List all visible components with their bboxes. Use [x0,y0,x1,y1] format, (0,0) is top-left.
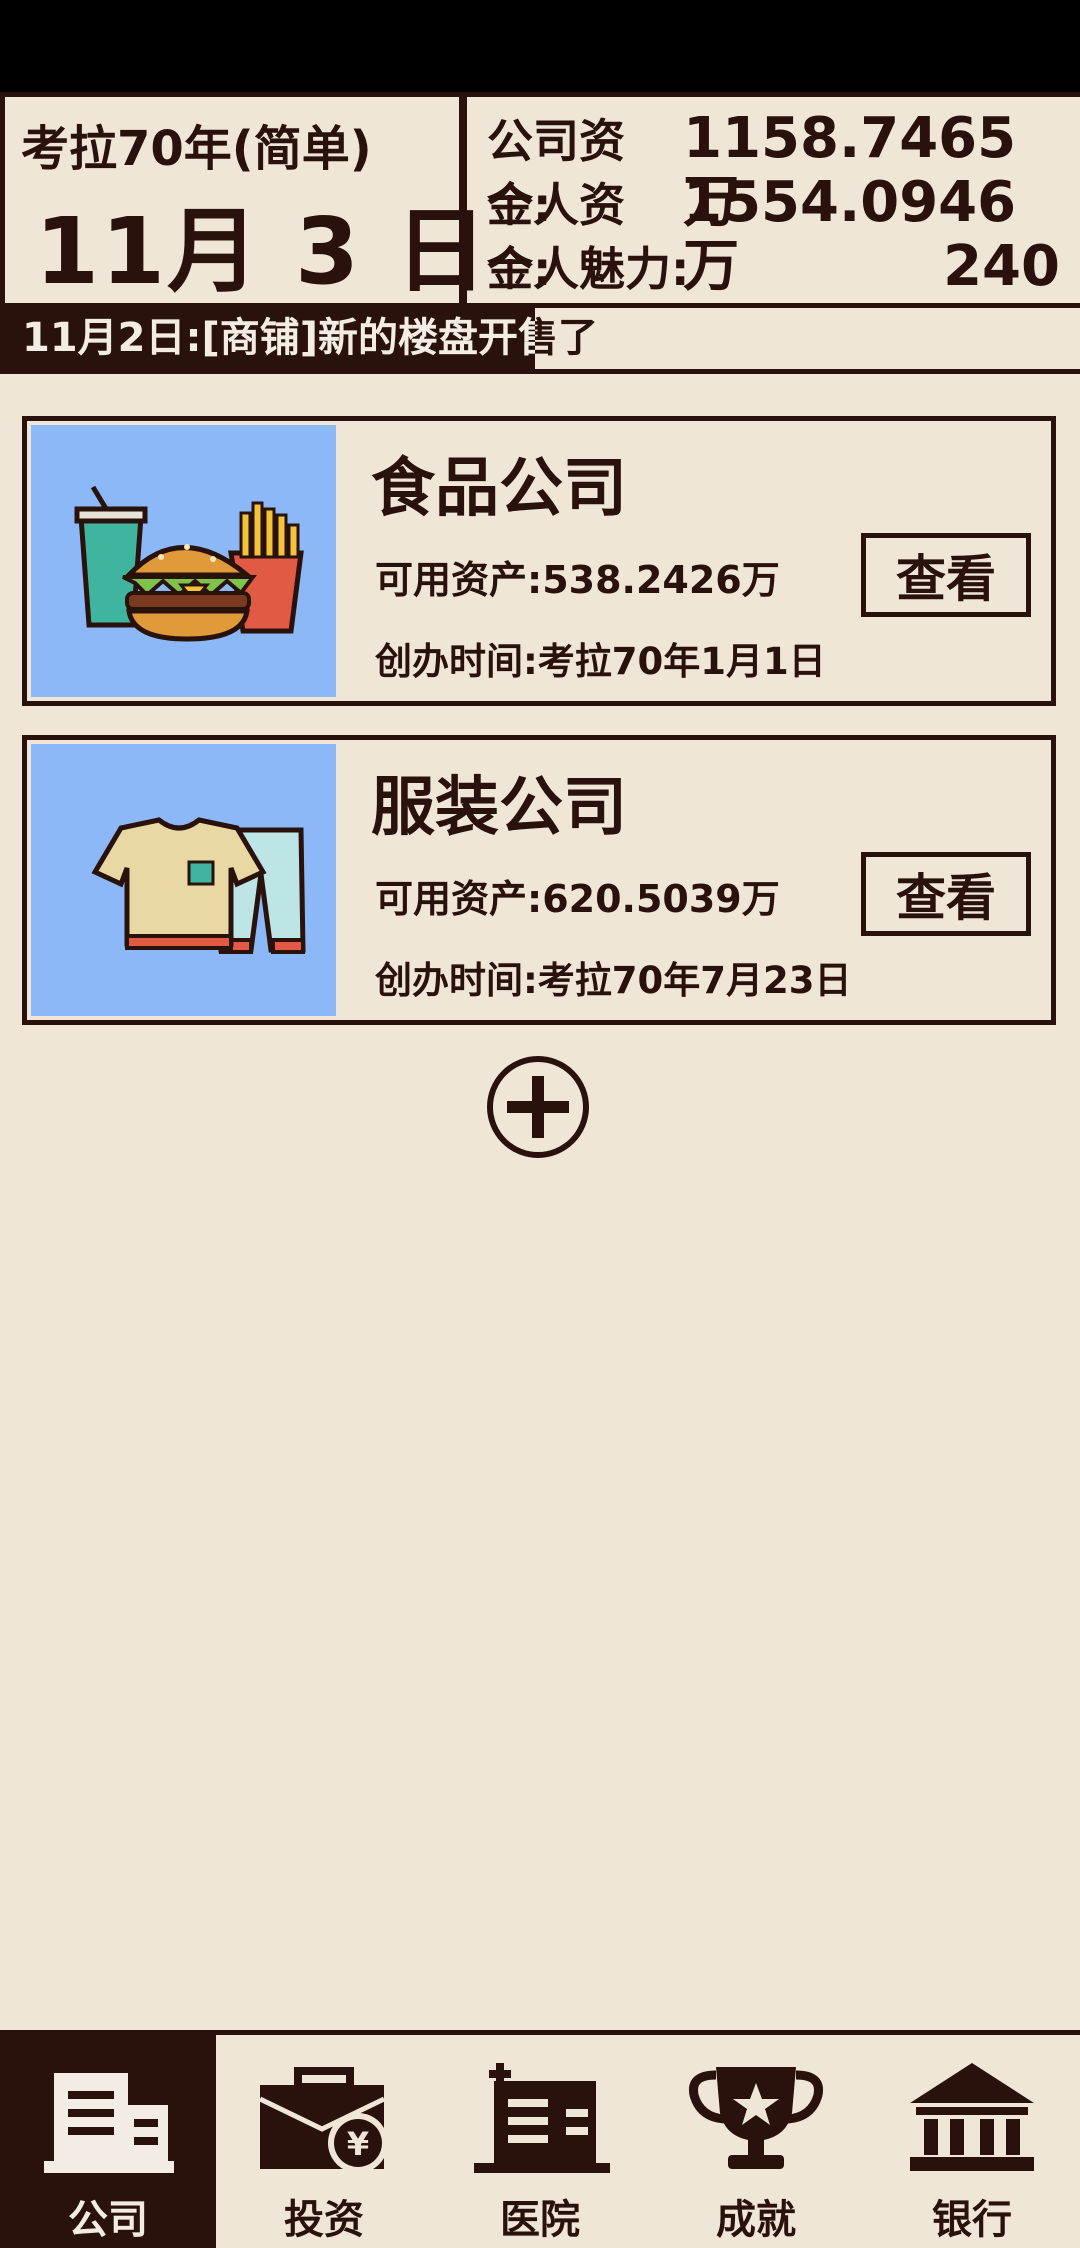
date-panel: 考拉70年(简单) 11月 3 日 [0,92,487,308]
funds-panel: 公司资金: 1158.7465万 个人资金: 1554.0946万 个人魅力: … [463,92,1080,308]
company-founded-date: 创办时间:考拉70年7月23日 [375,959,852,1002]
company-assets: 可用资产:538.2426万 [375,558,780,602]
tab-label: 投资 [284,2197,364,2243]
company-title: 食品公司 [371,452,627,526]
tab-label: 医院 [500,2197,580,2243]
tab-invest[interactable]: ¥ 投资 [216,2035,432,2248]
ticker-text: 11月2日:[商铺]新的楼盘开售了 [22,315,599,361]
plus-circle-icon [487,1056,589,1158]
status-bar [0,0,1080,92]
view-company-button[interactable]: 查看 [861,852,1031,936]
news-ticker: 11月2日:[商铺]新的楼盘开售了 11月2日:[商铺]新的楼盘开售了 [0,308,1080,374]
company-building-icon [44,2073,174,2173]
clothing-icon [91,817,306,954]
tab-label: 银行 [932,2197,1012,2243]
current-date: 11月 3 日 [35,198,490,305]
charisma-label: 个人魅力: [487,242,690,296]
game-era: 考拉70年(简单) [21,121,372,177]
tab-achievements[interactable]: 成就 [648,2035,864,2248]
company-assets: 可用资产:620.5039万 [375,877,780,921]
company-image [31,744,336,1016]
company-title: 服装公司 [371,771,627,845]
tab-company[interactable]: 公司 [0,2035,216,2248]
briefcase-yen-icon: ¥ [258,2067,388,2173]
fast-food-icon [74,485,304,642]
personal-funds-row: 个人资金: 1554.0946万 [487,171,1060,299]
tab-bank[interactable]: 银行 [864,2035,1080,2248]
tab-hospital[interactable]: 医院 [432,2035,648,2248]
company-founded-date: 创办时间:考拉70年1月1日 [375,640,826,683]
header: 考拉70年(简单) 11月 3 日 公司资金: 1158.7465万 个人资金:… [0,92,1080,308]
company-funds-row: 公司资金: 1158.7465万 [487,107,1060,235]
view-company-button[interactable]: 查看 [861,533,1031,617]
add-company-button[interactable] [485,1054,591,1160]
company-card-food: 食品公司 可用资产:538.2426万 创办时间:考拉70年1月1日 查看 [22,416,1056,706]
company-image [31,425,336,697]
hospital-icon [474,2063,610,2173]
company-card-clothing: 服装公司 可用资产:620.5039万 创办时间:考拉70年7月23日 查看 [22,735,1056,1025]
svg-text:¥: ¥ [347,2125,369,2163]
charisma-value: 240 [943,234,1060,299]
tab-label: 公司 [68,2197,148,2243]
trophy-icon [688,2067,824,2169]
bottom-tab-bar: 公司 ¥ 投资 医院 成就 银行 [0,2030,1080,2248]
bank-icon [910,2063,1034,2171]
tab-label: 成就 [716,2197,796,2243]
